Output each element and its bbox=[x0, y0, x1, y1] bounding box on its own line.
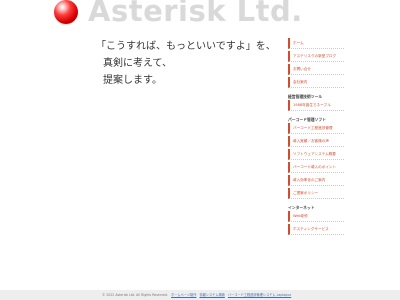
sidebar-item[interactable]: 導入実績／お客様の声 bbox=[288, 136, 344, 147]
logo-text[interactable]: Asterisk Ltd. bbox=[88, 0, 303, 28]
logo-ball-icon[interactable] bbox=[54, 0, 78, 24]
footer-link[interactable]: ホームページ制作 bbox=[171, 293, 196, 297]
sidebar-item-blog[interactable]: アステリスクの新型ブログ bbox=[288, 51, 344, 62]
footer-copyright: © 2022 Asterisk Ltd. All Rights Reserved… bbox=[102, 293, 169, 297]
message-line-2: 真剣に考えて、 bbox=[103, 58, 172, 69]
main-message: 「こうすれば、もっといいですよ」を、 真剣に考えて、 提案します。 bbox=[96, 38, 282, 89]
sidebar-item[interactable]: Web制作 bbox=[288, 211, 344, 222]
sidebar-group-list: Web制作 ホスティングサービス bbox=[288, 211, 344, 235]
header: Asterisk Ltd. bbox=[0, 0, 400, 28]
sidebar-item-home[interactable]: ホーム bbox=[288, 38, 344, 49]
footer-link[interactable]: バーコード工程進捗管理システム Laplaque bbox=[228, 293, 291, 297]
sidebar-group-management-tools: 経営管理技術ツール 1988年誕生でネーブル bbox=[288, 93, 344, 111]
message-line-3: 提案します。 bbox=[103, 75, 162, 86]
footer: © 2022 Asterisk Ltd. All Rights Reserved… bbox=[0, 290, 400, 300]
footer-content: © 2022 Asterisk Ltd. All Rights Reserved… bbox=[102, 292, 398, 298]
sidebar-group-title: インターネット bbox=[288, 205, 315, 210]
sidebar-item[interactable]: ご提案ポリシー bbox=[288, 188, 344, 199]
sidebar-item[interactable]: バーコード導入のポイント bbox=[288, 162, 344, 173]
sidebar-item[interactable]: バーコード工程進捗管理 bbox=[288, 123, 344, 134]
sidebar-group-list: バーコード工程進捗管理 導入実績／お客様の声 ソフトウェアシステム概要 バーコー… bbox=[288, 123, 344, 199]
sidebar-item[interactable]: 導入効率化のご案内 bbox=[288, 175, 344, 186]
sidebar-group-title: パーコード管理ソフト bbox=[288, 117, 326, 122]
sidebar-item[interactable]: 1988年誕生でネーブル bbox=[288, 100, 344, 111]
sidebar-group-barcode: パーコード管理ソフト バーコード工程進捗管理 導入実績／お客様の声 ソフトウェア… bbox=[288, 116, 344, 199]
sidebar-item-contact[interactable]: お問い合せ bbox=[288, 64, 344, 75]
sidebar-item[interactable]: ソフトウェアシステム概要 bbox=[288, 149, 344, 160]
sidebar-group-list: 1988年誕生でネーブル bbox=[288, 100, 344, 111]
sidebar-group-internet: インターネット Web制作 ホスティングサービス bbox=[288, 204, 344, 235]
sidebar-item-company[interactable]: 会社案内 bbox=[288, 77, 344, 88]
sidebar: ホーム アステリスクの新型ブログ お問い合せ 会社案内 経営管理技術ツール 19… bbox=[288, 38, 344, 237]
footer-link[interactable]: 情報システム構築 bbox=[199, 293, 224, 297]
sidebar-group-title: 経営管理技術ツール bbox=[288, 94, 323, 99]
sidebar-top-list: ホーム アステリスクの新型ブログ お問い合せ 会社案内 bbox=[288, 38, 344, 88]
message-line-1: 「こうすれば、もっといいですよ」を、 bbox=[96, 41, 276, 52]
sidebar-item[interactable]: ホスティングサービス bbox=[288, 224, 344, 235]
page: Asterisk Ltd. 「こうすれば、もっといいですよ」を、 真剣に考えて、… bbox=[0, 0, 400, 300]
